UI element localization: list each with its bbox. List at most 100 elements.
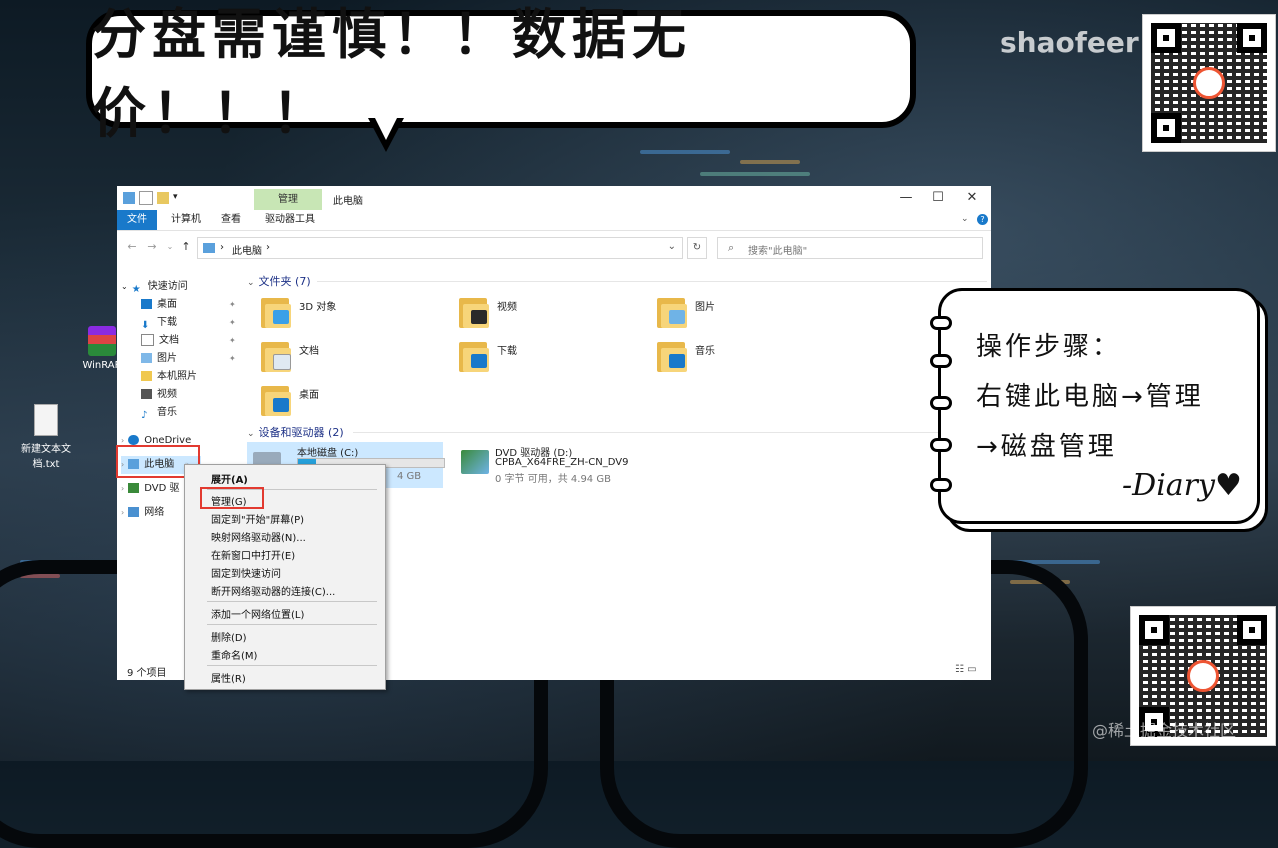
folder-desktop[interactable]: 桌面: [261, 384, 441, 424]
chevron-down-icon[interactable]: ▾: [173, 192, 185, 204]
text-file-icon: [34, 404, 58, 436]
nav-item-downloads[interactable]: ⬇ 下载: [141, 314, 177, 332]
chevron-down-icon: ⌄: [247, 278, 255, 288]
menu-item-disconnect-drive[interactable]: 断开网络驱动器的连接(C)...: [211, 583, 335, 598]
folder-downloads[interactable]: 下载: [459, 340, 639, 380]
picture-icon: [141, 353, 152, 363]
search-input[interactable]: ⌕ 搜索"此电脑": [717, 237, 983, 259]
new-folder-icon[interactable]: [157, 192, 169, 204]
menu-separator: [207, 601, 377, 602]
folder-pictures[interactable]: 图片: [657, 296, 837, 336]
winrar-icon: [88, 326, 116, 356]
note-heading: 操作步骤：: [976, 332, 1122, 362]
menu-item-map-drive[interactable]: 映射网络驱动器(N)...: [211, 529, 306, 544]
folder-videos[interactable]: 视频: [459, 296, 639, 336]
maximize-button[interactable]: ☐: [923, 188, 953, 208]
document-icon: [141, 334, 154, 346]
footer-watermark: @稀土掘金技术社区: [1092, 721, 1237, 740]
pin-icon[interactable]: ✦: [229, 300, 236, 309]
nav-item-desktop[interactable]: 桌面: [141, 296, 177, 314]
tab-drive-tools[interactable]: 驱动器工具: [257, 210, 323, 230]
pin-icon[interactable]: ✦: [229, 318, 236, 327]
nav-quick-access[interactable]: ⌄ ★ 快速访问: [121, 278, 188, 296]
folder-label: 下载: [497, 346, 517, 357]
title-bar: ▾ 管理 此电脑 — ☐ ✕: [117, 186, 991, 210]
drive-detail: 0 字节 可用，共 4.94 GB: [495, 474, 611, 485]
documents-folder-icon: [261, 340, 293, 374]
folder-label: 3D 对象: [299, 302, 337, 313]
banner-tail-fill: [374, 116, 398, 140]
folders-group-header[interactable]: ⌄ 文件夹 (7): [247, 273, 311, 289]
address-dropdown-icon[interactable]: ⌄: [668, 241, 676, 252]
minimize-button[interactable]: —: [891, 188, 921, 208]
context-tab-header[interactable]: 管理: [254, 189, 322, 210]
menu-item-pin-start[interactable]: 固定到"开始"屏幕(P): [211, 511, 304, 526]
pin-icon[interactable]: ✦: [229, 336, 236, 345]
pin-icon[interactable]: ✦: [229, 354, 236, 363]
qr-finder: [1139, 615, 1169, 645]
bg-code-line: [640, 150, 730, 154]
folder-3d-objects[interactable]: 3D 对象: [261, 296, 441, 336]
folder-documents[interactable]: 文档: [261, 340, 441, 380]
close-button[interactable]: ✕: [957, 188, 987, 208]
folder-music[interactable]: 音乐: [657, 340, 837, 380]
desktop-folder-icon: [141, 299, 152, 309]
forward-arrow-icon[interactable]: →: [145, 240, 159, 254]
menu-item-expand[interactable]: 展开(A): [211, 471, 248, 486]
nav-label: 文档: [159, 335, 179, 346]
nav-item-videos[interactable]: 视频: [141, 386, 177, 404]
tab-computer[interactable]: 计算机: [163, 210, 209, 230]
search-placeholder: 搜索"此电脑": [748, 246, 808, 257]
address-bar[interactable]: › 此电脑 › ⌄: [197, 237, 683, 259]
chevron-down-icon: ⌄: [121, 282, 128, 291]
menu-item-pin-quick-access[interactable]: 固定到快速访问: [211, 565, 281, 580]
back-arrow-icon[interactable]: ←: [125, 240, 139, 254]
nav-item-camera-roll[interactable]: 本机照片: [141, 368, 197, 386]
qr-logo-icon: [1187, 660, 1219, 692]
properties-icon[interactable]: [139, 191, 153, 205]
group-label: 设备和驱动器 (2): [258, 426, 344, 439]
menu-item-properties[interactable]: 属性(R): [211, 670, 246, 685]
devices-group-header[interactable]: ⌄ 设备和驱动器 (2): [247, 424, 344, 440]
folder-icon: [141, 371, 152, 381]
notebook-ring-icon: [930, 438, 952, 452]
video-icon: [141, 389, 152, 399]
downloads-folder-icon: [459, 340, 491, 374]
help-icon[interactable]: ?: [977, 214, 988, 225]
nav-item-pictures[interactable]: 图片: [141, 350, 177, 368]
breadcrumb-this-pc[interactable]: 此电脑: [232, 242, 262, 257]
tab-view[interactable]: 查看: [213, 210, 249, 230]
nav-label: DVD 驱: [144, 483, 180, 494]
up-arrow-icon[interactable]: ↑: [179, 240, 193, 254]
menu-item-open-new-window[interactable]: 在新窗口中打开(E): [211, 547, 295, 562]
music-note-icon: ♪: [141, 410, 148, 421]
ribbon-expand-icon[interactable]: ⌄: [961, 214, 969, 224]
drive-detail: 4 GB: [397, 471, 422, 482]
computer-icon[interactable]: [123, 192, 135, 204]
nav-item-dvd[interactable]: › DVD 驱: [121, 480, 179, 498]
dvd-drive-icon: [461, 450, 489, 474]
recent-chevron-icon[interactable]: ⌄: [163, 240, 177, 254]
qr-finder: [1237, 23, 1267, 53]
nav-item-music[interactable]: ♪ 音乐: [141, 404, 177, 422]
group-divider: [353, 432, 987, 433]
drive-dvd[interactable]: DVD 驱动器 (D:) CPBA_X64FRE_ZH-CN_DV9 0 字节 …: [455, 442, 675, 488]
folder-label: 视频: [497, 302, 517, 313]
refresh-button[interactable]: ↻: [687, 237, 707, 259]
tab-file[interactable]: 文件: [117, 210, 157, 230]
address-row: ← → ⌄ ↑ › 此电脑 › ⌄ ↻ ⌕ 搜索"此电脑": [117, 236, 991, 260]
highlight-manage: [200, 487, 264, 509]
qr-finder: [1151, 23, 1181, 53]
nav-item-documents[interactable]: 文档: [141, 332, 179, 350]
menu-separator: [207, 624, 377, 625]
folder-label: 音乐: [695, 346, 715, 357]
nav-label: 视频: [157, 389, 177, 400]
nav-label: 下载: [157, 317, 177, 328]
view-toggle-icons[interactable]: ☷ ▭: [955, 664, 977, 675]
menu-item-delete[interactable]: 删除(D): [211, 629, 247, 644]
note-signature: -Diary♥: [1122, 468, 1242, 503]
menu-item-rename[interactable]: 重命名(M): [211, 647, 257, 662]
menu-item-add-network-location[interactable]: 添加一个网络位置(L): [211, 606, 304, 621]
nav-item-network[interactable]: › 网络: [121, 504, 164, 522]
desktop-icon-textfile[interactable]: 新建文本文档.txt: [14, 404, 78, 470]
